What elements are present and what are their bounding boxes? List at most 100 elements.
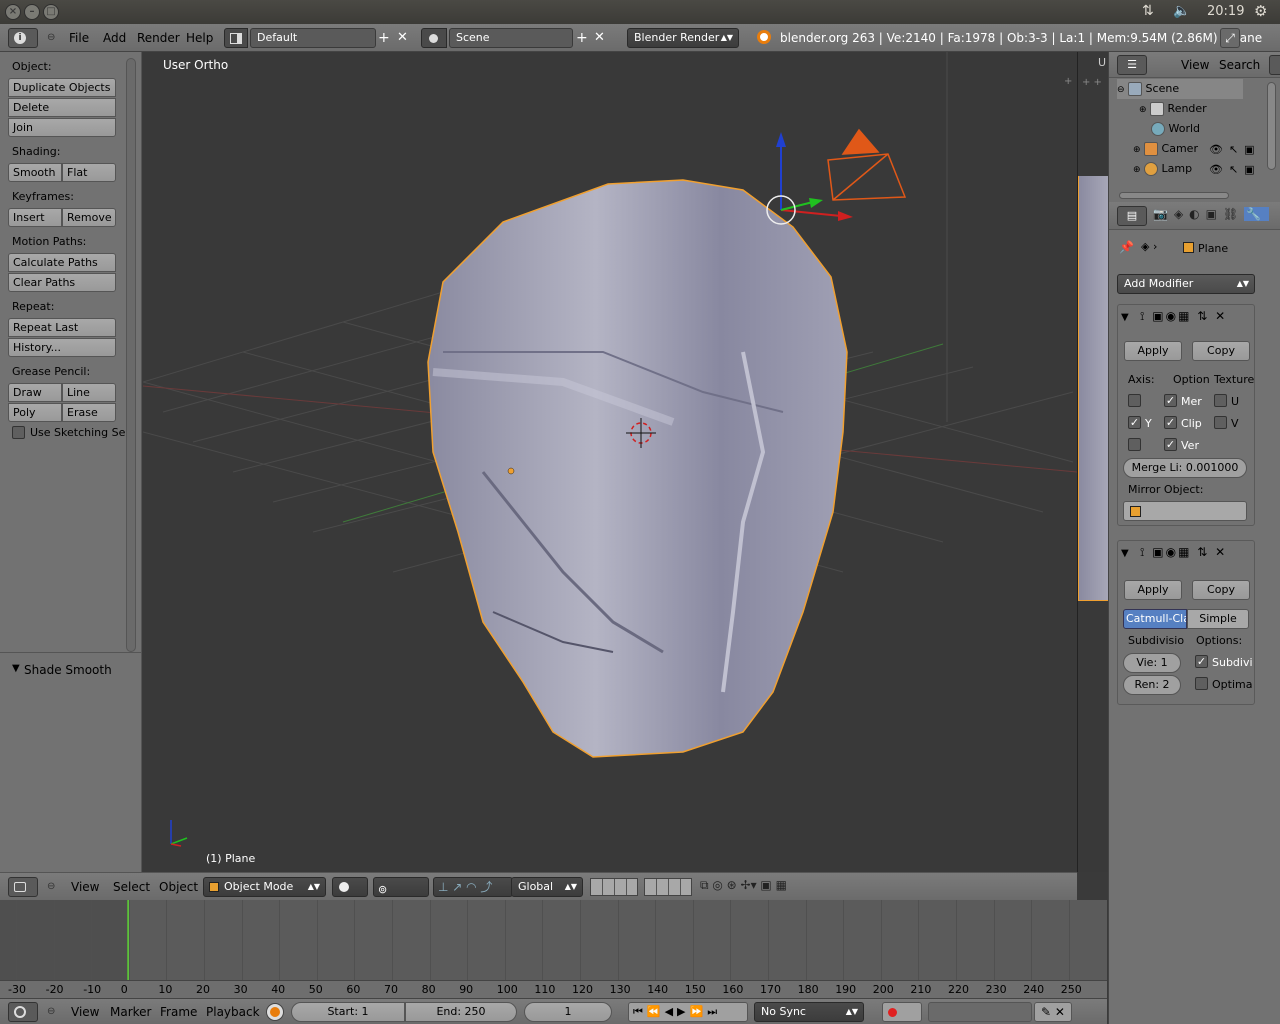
insert-keyframe-button[interactable]: Insert: [8, 208, 62, 227]
transform-manipulator[interactable]: [766, 132, 853, 225]
menu-view[interactable]: View: [1181, 58, 1209, 72]
menu-add[interactable]: Add: [103, 31, 126, 45]
menu-playback[interactable]: Playback: [206, 1005, 260, 1019]
screen-layout-field[interactable]: Default: [250, 28, 376, 48]
editor-type-button[interactable]: i: [8, 28, 38, 48]
add-modifier-dropdown[interactable]: Add Modifier ▲▼: [1117, 274, 1255, 294]
view-split-plus-icon[interactable]: + +: [1082, 77, 1102, 88]
collapse-triangle-icon[interactable]: ▼: [1121, 548, 1129, 559]
window-maximize-button[interactable]: □: [43, 4, 59, 20]
axis-x-checkbox[interactable]: [1128, 394, 1141, 407]
use-sketching-checkbox[interactable]: [12, 426, 25, 439]
add-screen-icon[interactable]: +: [378, 30, 390, 46]
speaker-icon[interactable]: 🔈: [1173, 3, 1190, 19]
merge-checkbox[interactable]: ✓: [1164, 394, 1177, 407]
properties-editor-type-icon[interactable]: ▤: [1117, 206, 1147, 226]
mode-dropdown[interactable]: Object Mode ▲▼: [203, 877, 326, 897]
outliner-editor-type-icon[interactable]: ☰: [1117, 55, 1147, 75]
mirror-copy-button[interactable]: Copy: [1192, 341, 1250, 361]
network-arrows-icon[interactable]: ⇅: [1142, 3, 1154, 19]
tool-shelf-scrollbar[interactable]: [126, 58, 136, 652]
axis-y-checkbox[interactable]: ✓: [1128, 416, 1141, 429]
collapse-menu-icon[interactable]: ⊖: [47, 881, 55, 892]
render-levels-field[interactable]: Ren: 2: [1123, 675, 1181, 695]
layer-buttons-1[interactable]: [590, 878, 638, 896]
mirror-apply-button[interactable]: Apply: [1124, 341, 1182, 361]
mirror-object-field[interactable]: [1123, 501, 1247, 521]
camera-object[interactable]: [827, 128, 907, 201]
menu-marker[interactable]: Marker: [110, 1005, 151, 1019]
manipulator-toggles[interactable]: ⊥ ↗ ◠ ⤴: [433, 877, 513, 897]
duplicate-objects-button[interactable]: Duplicate Objects: [8, 78, 116, 97]
auto-keyframe-toggle[interactable]: [882, 1002, 922, 1022]
subsurf-copy-button[interactable]: Copy: [1192, 580, 1250, 600]
remove-keyframe-button[interactable]: Remove: [62, 208, 116, 227]
outliner-horizontal-scrollbar[interactable]: [1119, 192, 1229, 199]
expand-icon[interactable]: ⊕: [1139, 105, 1147, 115]
history-button[interactable]: History...: [8, 338, 116, 357]
vertex-groups-checkbox[interactable]: ✓: [1164, 438, 1177, 451]
pivot-dropdown[interactable]: ⊚: [373, 877, 429, 897]
menu-object[interactable]: Object: [159, 880, 198, 894]
delete-button[interactable]: Delete: [8, 98, 116, 117]
fullscreen-icon[interactable]: ⤢: [1220, 28, 1240, 48]
subsurf-modifier-toggles[interactable]: ⟟ ▣◉▦ ⇅ ✕: [1140, 545, 1256, 563]
merge-limit-field[interactable]: Merge Li: 0.001000: [1123, 458, 1247, 478]
snap-and-render-icons[interactable]: ⧉ ◎ ⊛ ✢▾ ▣ ▦: [700, 878, 850, 896]
layer-buttons-2[interactable]: [644, 878, 692, 896]
scene-field[interactable]: Scene: [449, 28, 573, 48]
collapse-triangle-icon[interactable]: ▼: [1121, 312, 1129, 323]
sync-mode-dropdown[interactable]: No Sync ▲▼: [754, 1002, 864, 1022]
smooth-button[interactable]: Smooth: [8, 163, 62, 182]
join-button[interactable]: Join: [8, 118, 116, 137]
menu-search[interactable]: Search: [1219, 58, 1260, 72]
split-viewport-strip[interactable]: + + U: [1077, 52, 1109, 872]
start-frame-field[interactable]: Start: 1: [291, 1002, 405, 1022]
menu-view[interactable]: View: [71, 880, 99, 894]
menu-render[interactable]: Render: [137, 31, 180, 45]
display-mode-dropdown[interactable]: [1269, 55, 1280, 75]
scene-icon[interactable]: [421, 28, 447, 48]
axis-z-checkbox[interactable]: [1128, 438, 1141, 451]
pin-icon[interactable]: 📌: [1119, 240, 1134, 254]
optimal-display-checkbox[interactable]: [1195, 677, 1208, 690]
outliner-item-render[interactable]: ⊕ Render: [1139, 99, 1207, 119]
subdivide-uvs-checkbox[interactable]: ✓: [1195, 655, 1208, 668]
outliner-item-scene[interactable]: ⊖ Scene: [1117, 79, 1243, 99]
mirror-modifier-toggles[interactable]: ⟟ ▣◉▦ ⇅ ✕: [1140, 309, 1256, 327]
clear-paths-button[interactable]: Clear Paths: [8, 273, 116, 292]
camera-visibility-icons[interactable]: 👁↖▣: [1209, 143, 1261, 156]
render-engine-dropdown[interactable]: Blender Render ▲▼: [627, 28, 739, 48]
timeline-ruler[interactable]: -30 -20 -10 0 10 20 30 40 50 60 70 80 90 100 110 120 130…: [0, 980, 1107, 998]
poly-button[interactable]: Poly: [8, 403, 62, 422]
repeat-last-button[interactable]: Repeat Last: [8, 318, 116, 337]
remove-scene-icon[interactable]: ✕: [594, 30, 605, 45]
menu-help[interactable]: Help: [186, 31, 213, 45]
window-close-button[interactable]: ×: [5, 4, 21, 20]
outliner-vertical-scrollbar[interactable]: [1267, 82, 1276, 170]
expand-icon[interactable]: ⊖: [1117, 85, 1125, 95]
keying-set-field[interactable]: [928, 1002, 1032, 1022]
screen-layout-icon[interactable]: [224, 28, 248, 48]
texture-v-checkbox[interactable]: [1214, 416, 1227, 429]
expand-icon[interactable]: ⊕: [1133, 145, 1141, 155]
properties-context-tabs[interactable]: 📷◈◐▣⛓ 🔧: [1153, 207, 1279, 225]
lamp-visibility-icons[interactable]: 👁↖▣: [1209, 163, 1261, 176]
end-frame-field[interactable]: End: 250: [405, 1002, 517, 1022]
clip-checkbox[interactable]: ✓: [1164, 416, 1177, 429]
erase-button[interactable]: Erase: [62, 403, 116, 422]
remove-screen-icon[interactable]: ✕: [397, 30, 408, 45]
add-scene-icon[interactable]: +: [576, 30, 588, 46]
outliner-item-camera[interactable]: ⊕ Camer: [1133, 139, 1198, 159]
3d-viewport[interactable]: User Ortho (1) Plane +: [143, 52, 1077, 872]
menu-view[interactable]: View: [71, 1005, 99, 1019]
collapse-menu-icon[interactable]: ⊖: [47, 1006, 55, 1017]
viewport-shading-dropdown[interactable]: [332, 877, 368, 897]
current-frame-field[interactable]: 1: [524, 1002, 612, 1022]
window-minimize-button[interactable]: –: [24, 4, 40, 20]
operator-panel-title[interactable]: Shade Smooth: [24, 663, 112, 677]
editor-type-button[interactable]: [8, 877, 38, 897]
properties-editor[interactable]: ▤ 📷◈◐▣⛓ 🔧 📌 ◈ › Plane Add Modifier ▲▼ ▼ ⟟ …: [1108, 200, 1280, 1024]
transform-orientation-dropdown[interactable]: Global ▲▼: [511, 877, 583, 897]
texture-u-checkbox[interactable]: [1214, 394, 1227, 407]
